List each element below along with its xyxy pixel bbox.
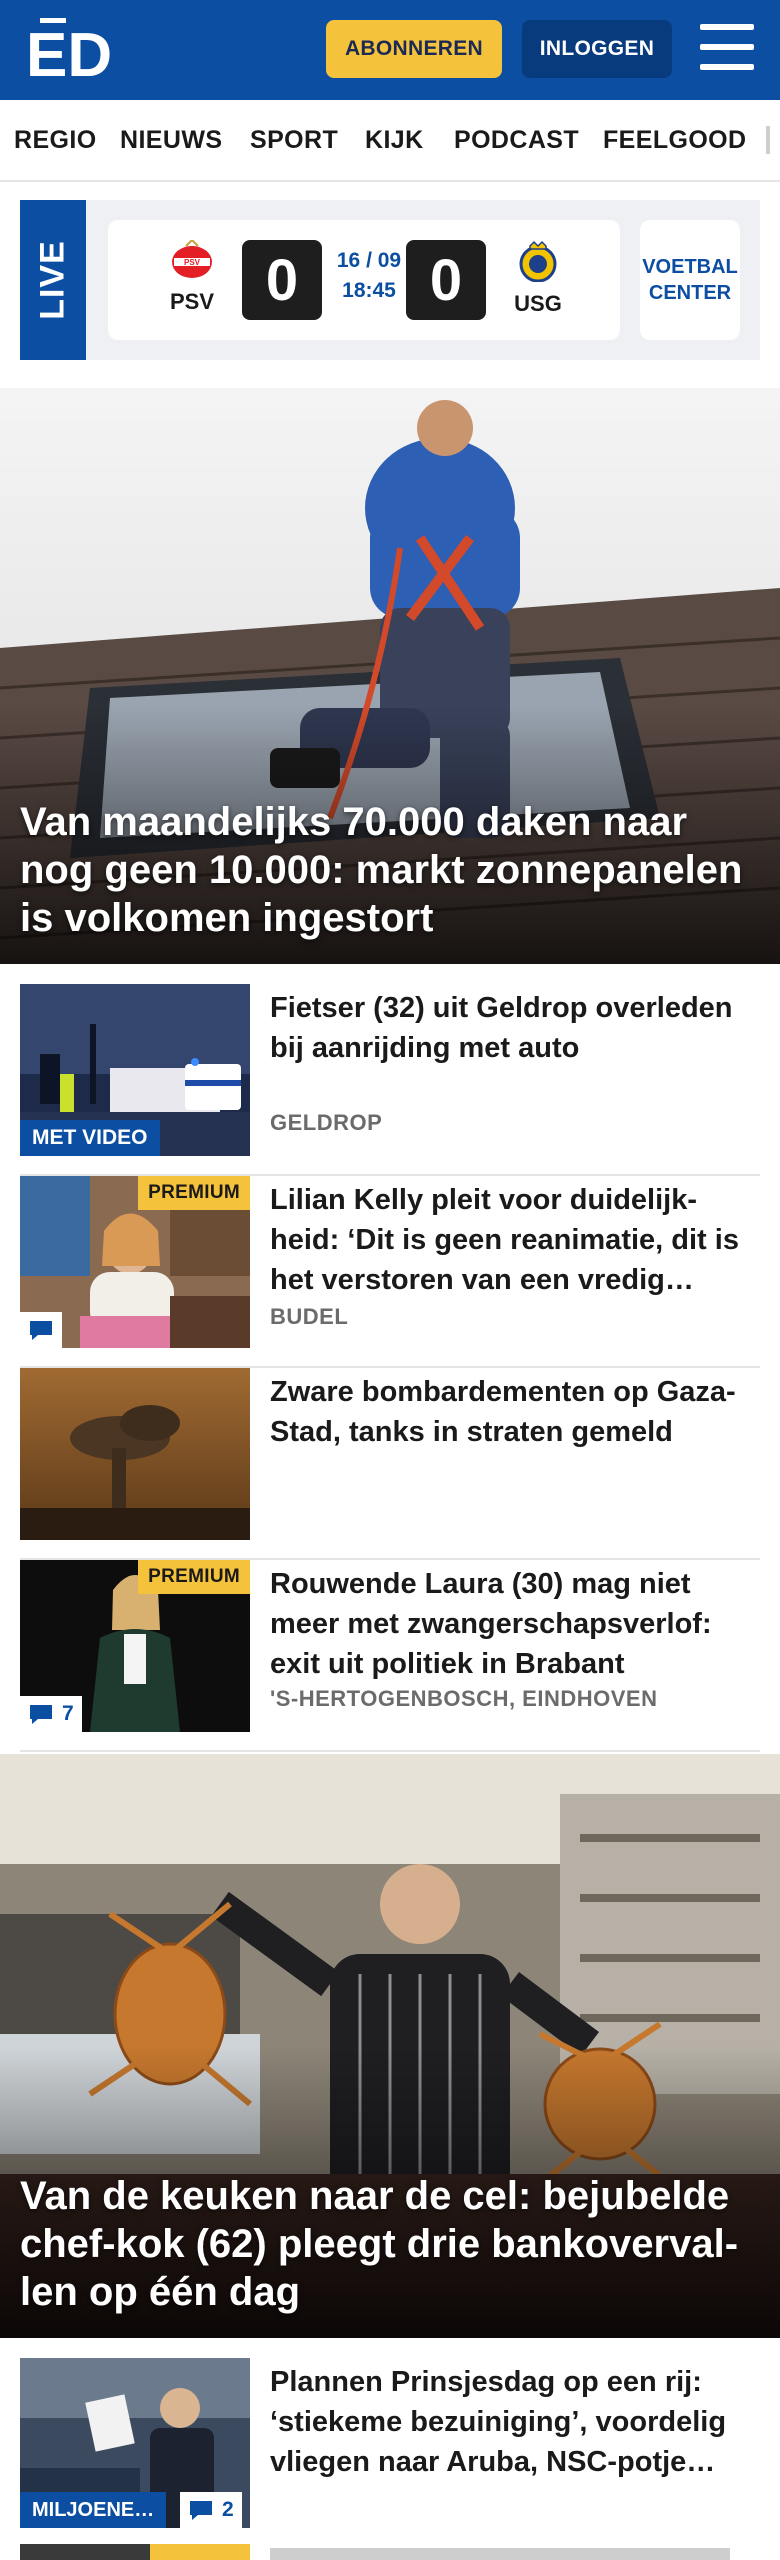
menu-icon[interactable]	[700, 24, 754, 72]
article-title: Fietser (32) uit Geldrop overleden bij a…	[270, 992, 733, 1064]
comment-count: 7	[62, 1702, 74, 1725]
ed-logo[interactable]: ED	[26, 18, 118, 80]
football-center-button[interactable]: VOETBAL CENTER	[640, 220, 740, 340]
live-score-bar: LIVE PSV PSV 0 16 / 09 18:45 0 USG VOETB…	[20, 200, 760, 360]
list-item-prinsjesdag[interactable]: MILJOENE… 2 Plannen Prinsjesdag op een r…	[20, 2358, 760, 2528]
list-item-next-peek[interactable]	[20, 2544, 760, 2560]
nav-item-podcast[interactable]: PODCAST	[454, 126, 579, 155]
away-team: USG	[498, 240, 578, 317]
away-team-name: USG	[514, 291, 562, 316]
match-datetime: 16 / 09 18:45	[324, 246, 414, 306]
subscribe-button[interactable]: ABONNEREN	[326, 20, 502, 78]
thumb-prinsjesdag: MILJOENE… 2	[20, 2358, 250, 2528]
live-tag: LIVE	[20, 200, 86, 360]
comments-badge[interactable]: 2	[180, 2492, 242, 2528]
article-title: Rouwende Laura (30) mag niet meer met zw…	[270, 1568, 712, 1680]
nav-item-feelgood[interactable]: FEELGOOD	[603, 126, 746, 155]
premium-badge: PREMIUM	[138, 1560, 250, 1594]
match-date: 16 / 09	[336, 249, 402, 272]
comment-count: 2	[222, 2498, 234, 2521]
nav-item-nieuws[interactable]: NIEUWS	[120, 126, 222, 155]
home-team: PSV PSV	[152, 238, 232, 315]
comments-badge[interactable]	[20, 1312, 62, 1348]
thumb-cyclist: MET VIDEO	[20, 984, 250, 1156]
article-location: BUDEL	[270, 1304, 349, 1329]
thumb-image-gaza	[20, 1368, 250, 1540]
nav-overflow-indicator	[766, 126, 770, 154]
hero-title-chef: Van de keuken naar de cel: bejubelde che…	[20, 2174, 739, 2314]
premium-badge-next	[150, 2544, 250, 2560]
hero-article-chef[interactable]: Van de keuken naar de cel: bejubelde che…	[0, 1754, 780, 2338]
comments-badge[interactable]: 7	[20, 1696, 82, 1732]
thumb-gaza	[20, 1368, 250, 1540]
comment-icon	[190, 2501, 212, 2520]
premium-badge: PREMIUM	[138, 1176, 250, 1210]
thumb-lilian: PREMIUM	[20, 1176, 250, 1348]
thumb-laura: PREMIUM 7	[20, 1560, 250, 1732]
nav-item-regio[interactable]: REGIO	[14, 126, 97, 155]
article-location: 'S-HERTOGENBOSCH, EINDHOVEN	[270, 1686, 658, 1711]
psv-crest-icon: PSV	[172, 238, 212, 278]
hero-title-solar: Van maandelijks 70.000 daken naar nog ge…	[20, 800, 743, 940]
list-item-gaza[interactable]: Zware bombardementen op Ga­za-Stad, tank…	[20, 1368, 760, 1560]
home-score: 0	[242, 240, 322, 320]
title-next	[270, 2548, 730, 2560]
main-nav: REGIO NIEUWS SPORT KIJK PODCAST FEELGOOD	[0, 100, 780, 182]
match-time: 18:45	[342, 279, 396, 302]
article-title: Lilian Kelly pleit voor duidelijk­heid: …	[270, 1184, 739, 1296]
article-location: GELDROP	[270, 1110, 383, 1135]
article-title: Zware bombardementen op Ga­za-Stad, tank…	[270, 1376, 736, 1448]
comment-icon	[30, 1321, 52, 1340]
usg-crest-icon	[519, 240, 557, 283]
site-header: ED ABONNEREN INLOGGEN	[0, 0, 780, 100]
nav-item-kijk[interactable]: KIJK	[365, 126, 424, 155]
hero-article-solar[interactable]: Van maandelijks 70.000 daken naar nog ge…	[0, 388, 780, 964]
comment-icon	[30, 1705, 52, 1724]
live-label: LIVE	[33, 240, 72, 320]
login-button[interactable]: INLOGGEN	[522, 20, 672, 78]
section-badge: MILJOENE…	[20, 2492, 167, 2528]
list-item-laura[interactable]: PREMIUM 7 Rouwende Laura (30) mag niet m…	[20, 1560, 760, 1752]
match-card[interactable]: PSV PSV 0 16 / 09 18:45 0 USG	[108, 220, 620, 340]
home-team-name: PSV	[169, 289, 215, 314]
article-title: Plannen Prinsjesdag op een rij: ‘stiekem…	[270, 2366, 727, 2478]
svg-text:PSV: PSV	[184, 258, 201, 267]
list-item-cyclist[interactable]: MET VIDEO Fietser (32) uit Geldrop overl…	[20, 984, 760, 1176]
video-badge: MET VIDEO	[20, 1120, 160, 1156]
list-item-lilian[interactable]: PREMIUM Lilian Kelly pleit voor duidelij…	[20, 1176, 760, 1368]
away-score: 0	[406, 240, 486, 320]
svg-text:ED: ED	[26, 21, 112, 80]
nav-item-sport[interactable]: SPORT	[250, 126, 338, 155]
